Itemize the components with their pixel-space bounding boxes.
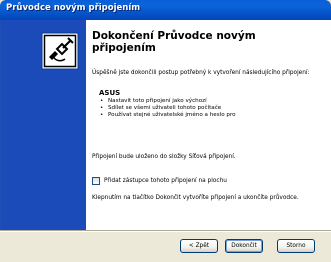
back-button[interactable]: < Zpět [180,239,218,253]
cancel-button[interactable]: Storno [277,239,315,253]
connection-name: ASUS [99,89,121,97]
shortcut-checkbox[interactable] [92,177,100,185]
list-item: • Sdílet se všemi uživateli tohoto počíta… [100,105,325,112]
page-heading: Dokončení Průvodce novým připojením [92,30,256,54]
shortcut-checkbox-label[interactable]: Přidat zástupce tohoto připojení na ploc… [104,178,227,184]
finish-button[interactable]: Dokončit [225,239,263,253]
list-item-label: Sdílet se všemi uživateli tohoto počítač… [108,104,222,111]
window-title: Průvodce novým připojením [6,3,141,13]
title-bar[interactable]: Průvodce novým připojením [0,0,331,20]
connection-settings-list: • Nastavit toto připojení jako výchozí • S… [100,98,325,118]
list-item-label: Používat stejné uživatelské jméno a hesl… [108,111,236,118]
bullet-icon: • [100,104,104,111]
list-item: • Používat stejné uživatelské jméno a hes… [100,112,325,119]
wizard-content: Dokončení Průvodce novým připojením Úspě… [86,20,331,230]
network-connection-icon [41,32,79,70]
list-item: • Nastavit toto připojení jako výchozí [100,98,325,105]
bullet-icon: • [100,111,104,118]
shortcut-checkbox-row[interactable]: Přidat zástupce tohoto připojení na ploc… [92,176,227,186]
button-separator [0,230,331,232]
save-location-text: Připojení bude uloženo do složky Síťová … [92,154,236,160]
bullet-icon: • [100,98,104,104]
wizard-side-panel [0,20,86,230]
finish-instructions: Klepnutím na tlačítko Dokončit vytvoříte… [92,195,299,201]
list-item-label: Nastavit toto připojení jako výchozí [108,98,207,104]
intro-text: Úspěšně jste dokončili postup potřebný k… [92,70,310,76]
wizard-window: Průvodce novým připojením Dokončení Prův… [0,0,331,262]
